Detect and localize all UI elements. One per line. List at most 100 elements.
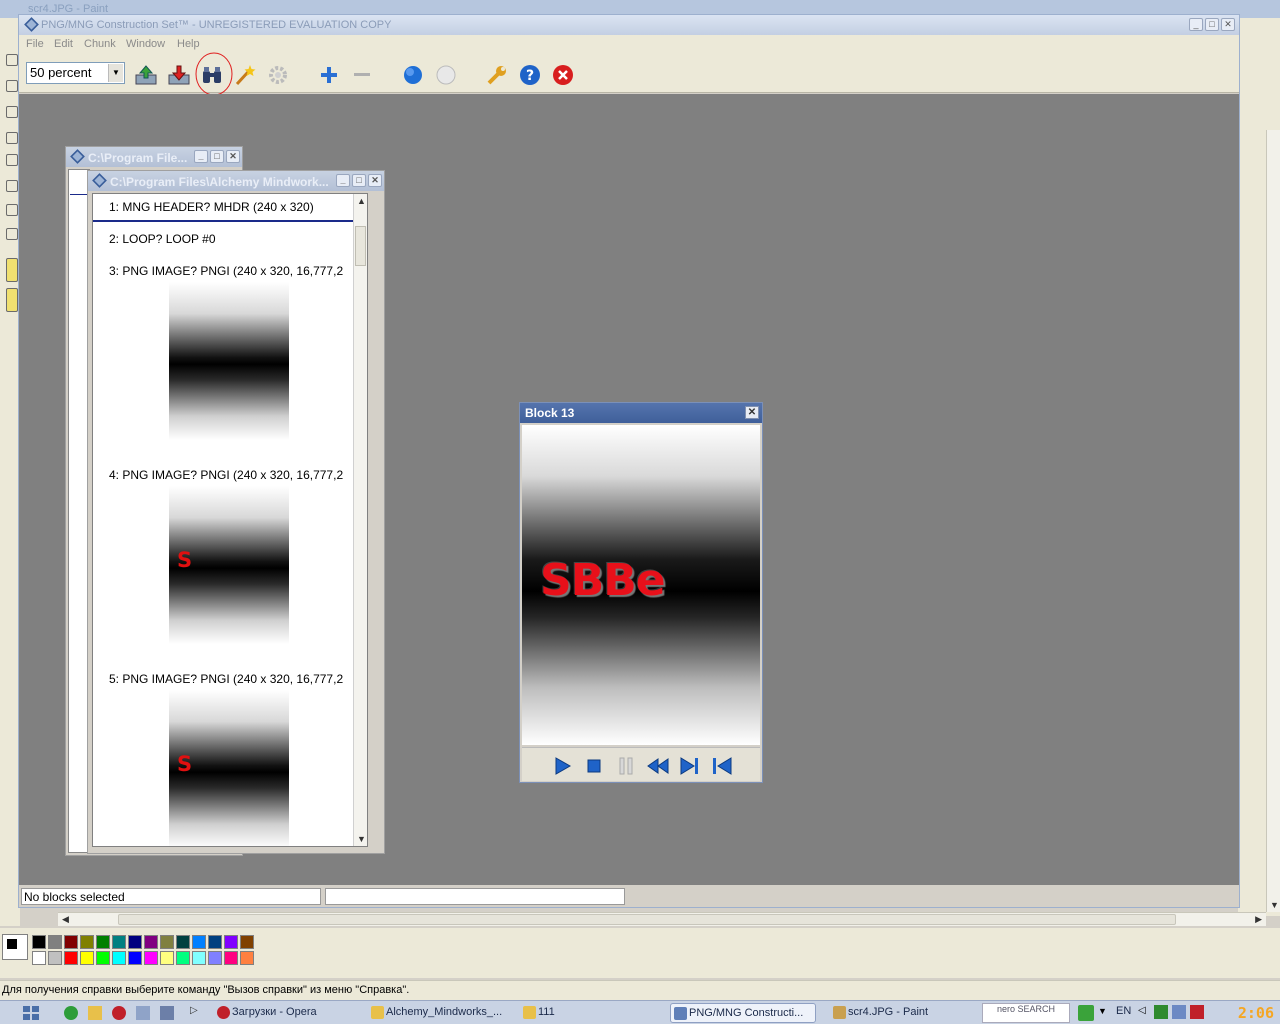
airbrush-tool-icon[interactable] xyxy=(6,154,18,166)
color-swatch[interactable] xyxy=(32,951,46,965)
menu-file[interactable]: File xyxy=(26,38,44,50)
color-swatch[interactable] xyxy=(176,951,190,965)
pause-icon[interactable] xyxy=(616,756,636,776)
close-button[interactable]: ✕ xyxy=(1221,18,1235,31)
color-swatch[interactable] xyxy=(144,951,158,965)
disabled-globe-button[interactable] xyxy=(434,63,458,87)
maximize-button[interactable]: □ xyxy=(1205,18,1219,31)
remove-button[interactable] xyxy=(350,63,374,87)
network-tray-icon[interactable] xyxy=(1172,1005,1186,1019)
color-swatch[interactable] xyxy=(160,951,174,965)
close-button[interactable]: ✕ xyxy=(745,406,759,419)
chevron-down-icon[interactable]: ▼ xyxy=(108,64,123,82)
chunk-thumbnail[interactable] xyxy=(169,282,289,440)
select-tool-icon[interactable] xyxy=(6,54,18,66)
color-swatch[interactable] xyxy=(32,935,46,949)
chunk-item[interactable]: 1: MNG HEADER? MHDR (240 x 320) xyxy=(109,200,314,214)
color-swatch[interactable] xyxy=(48,951,62,965)
color-swatch[interactable] xyxy=(96,935,110,949)
add-button[interactable] xyxy=(317,63,341,87)
minimize-button[interactable]: _ xyxy=(336,174,350,187)
ellipse-tool-icon[interactable] xyxy=(6,228,18,240)
maximize-button[interactable]: □ xyxy=(210,150,224,163)
color-swatch[interactable] xyxy=(192,935,206,949)
scroll-up-icon[interactable]: ▲ xyxy=(357,196,366,206)
settings-button[interactable] xyxy=(266,63,290,87)
color-swatch[interactable] xyxy=(128,935,142,949)
chunk-item[interactable]: 4: PNG IMAGE? PNGI (240 x 320, 16,777,2 xyxy=(109,468,343,482)
chunk-thumbnail[interactable]: S xyxy=(169,486,289,644)
web-button[interactable] xyxy=(401,63,425,87)
taskbar-item-folder-111[interactable]: 111 xyxy=(520,1003,666,1023)
chevron-down-icon[interactable]: ▼ xyxy=(1098,1006,1107,1016)
scroll-thumb[interactable] xyxy=(355,226,366,266)
minimize-button[interactable]: _ xyxy=(1189,18,1203,31)
scroll-left-icon[interactable]: ◀ xyxy=(62,914,69,925)
maximize-button[interactable]: □ xyxy=(352,174,366,187)
import-button[interactable] xyxy=(134,63,158,87)
taskbar-item-pngmng[interactable]: PNG/MNG Constructi... xyxy=(670,1003,816,1023)
start-menu-icon[interactable] xyxy=(22,1005,40,1021)
play-icon[interactable] xyxy=(552,756,572,776)
close-button[interactable]: ✕ xyxy=(226,150,240,163)
current-colors[interactable] xyxy=(2,934,28,960)
chunk-item[interactable]: 3: PNG IMAGE? PNGI (240 x 320, 16,777,2 xyxy=(109,264,343,278)
expand-quicklaunch-icon[interactable]: ▷ xyxy=(190,1005,198,1016)
menu-help[interactable]: Help xyxy=(177,38,200,50)
scroll-right-icon[interactable]: ▶ xyxy=(1255,914,1262,925)
arrow-tray-icon[interactable] xyxy=(1078,1005,1094,1021)
scroll-thumb[interactable] xyxy=(118,914,1176,925)
options-button[interactable] xyxy=(485,63,509,87)
color-swatch[interactable] xyxy=(80,951,94,965)
color-swatch[interactable] xyxy=(96,951,110,965)
color-swatch[interactable] xyxy=(208,951,222,965)
taskbar-item-folder[interactable]: Alchemy_Mindworks_... xyxy=(368,1003,514,1023)
color-swatch[interactable] xyxy=(160,935,174,949)
color-swatch[interactable] xyxy=(112,935,126,949)
minimize-button[interactable]: _ xyxy=(194,150,208,163)
tray-expand-icon[interactable]: ◁ xyxy=(1138,1005,1146,1016)
browser-quicklaunch-icon[interactable] xyxy=(64,1006,78,1020)
line-tool-icon[interactable] xyxy=(6,180,18,192)
color-swatch[interactable] xyxy=(176,935,190,949)
scroll-down-icon[interactable]: ▼ xyxy=(1270,900,1279,910)
picker-tool-icon[interactable] xyxy=(6,106,18,118)
export-button[interactable] xyxy=(167,63,191,87)
color-swatch[interactable] xyxy=(192,951,206,965)
chunk-list-scrollbar[interactable]: ▲ ▼ xyxy=(353,194,367,846)
chunk-list[interactable]: 1: MNG HEADER? MHDR (240 x 320) 2: LOOP?… xyxy=(92,193,368,847)
document-quicklaunch-icon[interactable] xyxy=(136,1006,150,1020)
exit-button[interactable] xyxy=(551,63,575,87)
color-swatch[interactable] xyxy=(112,951,126,965)
chunk-item[interactable]: 5: PNG IMAGE? PNGI (240 x 320, 16,777,2 xyxy=(109,672,343,686)
color-swatch[interactable] xyxy=(48,935,62,949)
step-back-icon[interactable] xyxy=(710,756,734,776)
language-indicator[interactable]: EN xyxy=(1116,1005,1131,1017)
eraser-tool-icon[interactable] xyxy=(6,80,18,92)
antivirus-tray-icon[interactable] xyxy=(1190,1005,1204,1019)
color-swatch[interactable] xyxy=(224,951,238,965)
color-swatch[interactable] xyxy=(128,951,142,965)
app-quicklaunch-icon[interactable] xyxy=(160,1006,174,1020)
paint-vertical-scrollbar[interactable]: ▼ xyxy=(1266,130,1280,912)
taskbar-item-paint[interactable]: scr4.JPG - Paint xyxy=(830,1003,976,1023)
menu-chunk[interactable]: Chunk xyxy=(84,38,116,50)
paint-horizontal-scrollbar[interactable]: ◀ ▶ xyxy=(58,912,1266,926)
opera-quicklaunch-icon[interactable] xyxy=(112,1006,126,1020)
color-swatch[interactable] xyxy=(80,935,94,949)
close-button[interactable]: ✕ xyxy=(368,174,382,187)
color-swatch[interactable] xyxy=(64,951,78,965)
nero-search-box[interactable]: nero SEARCH xyxy=(982,1003,1070,1023)
rewind-icon[interactable] xyxy=(646,756,670,776)
folder-quicklaunch-icon[interactable] xyxy=(88,1006,102,1020)
rectangle-tool-icon[interactable] xyxy=(6,204,18,216)
wizard-button[interactable] xyxy=(233,63,257,87)
menu-edit[interactable]: Edit xyxy=(54,38,73,50)
stop-icon[interactable] xyxy=(584,756,604,776)
tray-icon[interactable] xyxy=(1154,1005,1168,1019)
tool-option-icon[interactable] xyxy=(6,258,18,282)
step-forward-icon[interactable] xyxy=(678,756,702,776)
color-swatch[interactable] xyxy=(240,951,254,965)
color-swatch[interactable] xyxy=(64,935,78,949)
color-swatch[interactable] xyxy=(208,935,222,949)
